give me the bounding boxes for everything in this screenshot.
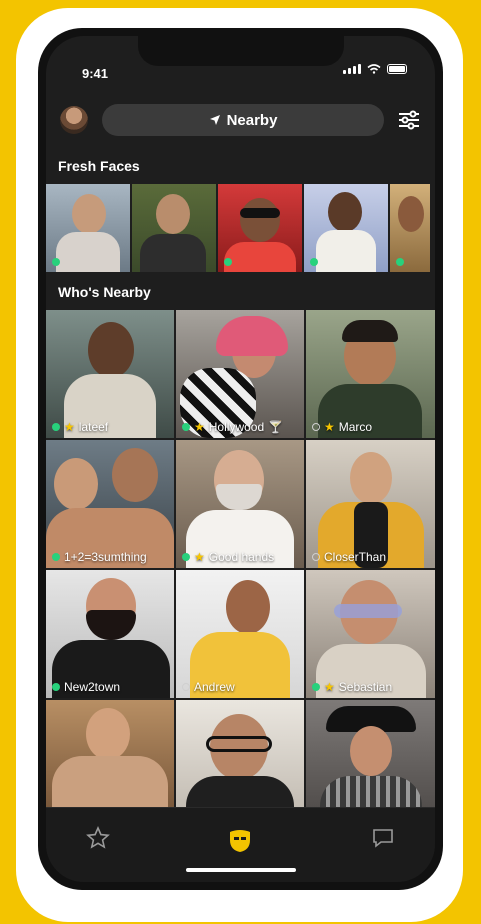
- profile-photo-body: [56, 232, 120, 272]
- fresh-faces-title: Fresh Faces: [58, 158, 140, 174]
- online-indicator: [52, 683, 60, 691]
- profile-name: Marco: [338, 420, 373, 434]
- tinted-glasses: [334, 604, 402, 618]
- profile-tile[interactable]: CloserThan: [306, 440, 435, 568]
- bottom-navigation: [46, 807, 435, 882]
- profile-photo: [328, 192, 362, 232]
- profile-name: Good hands: [208, 550, 275, 564]
- fresh-face-tile[interactable]: [304, 184, 388, 272]
- profile-tile[interactable]: ★ Good hands: [176, 440, 304, 568]
- online-indicator: [182, 423, 190, 431]
- offline-indicator: [312, 423, 320, 431]
- fresh-face-tile[interactable]: [46, 184, 130, 272]
- profile-tile[interactable]: Andrew: [176, 570, 304, 698]
- profile-label: ★ lateef: [52, 420, 108, 434]
- phone-body: 9:41 Nearby Fresh Faces Who's Nearby ★ l…: [38, 28, 443, 890]
- wifi-icon: [367, 64, 381, 74]
- favorite-star-icon: ★: [194, 420, 205, 434]
- profile-photo-body: [224, 242, 296, 272]
- profile-tile[interactable]: ★ Marco: [306, 310, 435, 438]
- profile-name: lateef: [78, 420, 109, 434]
- signal-icon: [343, 64, 361, 74]
- profile-label: CloserThan: [312, 550, 386, 564]
- profile-photo-body: [316, 230, 376, 272]
- profile-label: ★ Hollywood 🍸: [182, 420, 283, 434]
- fresh-faces-row: [46, 184, 435, 272]
- profile-name: New2town: [64, 680, 121, 694]
- profile-photo: [88, 322, 134, 378]
- offline-indicator: [312, 553, 320, 561]
- profile-photo: [156, 194, 190, 234]
- app-screen: 9:41 Nearby Fresh Faces Who's Nearby ★ l…: [46, 36, 435, 882]
- favorite-star-icon: ★: [64, 420, 75, 434]
- hair: [342, 320, 398, 342]
- profile-label: ★ Marco: [312, 420, 372, 434]
- favorite-star-icon: ★: [324, 680, 335, 694]
- profile-name: Sebastian: [338, 680, 393, 694]
- profile-photo: [86, 708, 130, 760]
- profile-photo: [112, 448, 158, 502]
- online-indicator: [52, 258, 60, 266]
- profile-photo: [350, 726, 392, 776]
- fresh-face-tile[interactable]: [132, 184, 216, 272]
- profile-name: CloserThan: [324, 550, 387, 564]
- profile-photo: [350, 452, 392, 504]
- online-indicator: [312, 683, 320, 691]
- profile-label: New2town: [52, 680, 120, 694]
- profile-photo: [226, 580, 270, 634]
- online-indicator: [396, 258, 404, 266]
- profile-photo-body: [140, 234, 206, 272]
- pink-hair: [216, 316, 288, 356]
- profile-name: Andrew: [194, 680, 235, 694]
- profile-label: Andrew: [182, 680, 235, 694]
- grindr-mask-logo-icon[interactable]: [226, 826, 254, 854]
- status-time: 9:41: [82, 66, 109, 81]
- profile-tile[interactable]: New2town: [46, 570, 174, 698]
- chat-icon[interactable]: [371, 826, 395, 850]
- nearby-grid: ★ lateef ★ Hollywood 🍸 ★ Marco 1+2=3sumt…: [46, 310, 435, 828]
- online-indicator: [52, 423, 60, 431]
- profile-photo: [72, 194, 106, 234]
- online-indicator: [224, 258, 232, 266]
- beard: [216, 484, 262, 510]
- profile-label: 1+2=3sumthing: [52, 550, 147, 564]
- location-label: Nearby: [226, 111, 278, 129]
- status-icons: [343, 64, 407, 74]
- profile-tile[interactable]: ★ lateef: [46, 310, 174, 438]
- profile-tile[interactable]: ★ Hollywood 🍸: [176, 310, 304, 438]
- profile-name: 1+2=3sumthing: [64, 550, 147, 564]
- whos-nearby-title: Who's Nearby: [58, 284, 151, 300]
- phone-notch: [138, 36, 344, 66]
- profile-name: Hollywood: [208, 420, 265, 434]
- home-indicator: [186, 868, 296, 872]
- location-selector[interactable]: Nearby: [102, 104, 384, 136]
- fresh-face-tile[interactable]: [390, 184, 430, 272]
- favorites-star-icon[interactable]: [86, 826, 110, 850]
- beard: [86, 610, 136, 640]
- online-indicator: [310, 258, 318, 266]
- battery-icon: [387, 64, 407, 74]
- offline-indicator: [182, 683, 190, 691]
- profile-photo: [240, 198, 280, 242]
- profile-photo: [398, 196, 424, 232]
- online-indicator: [52, 553, 60, 561]
- fresh-face-tile[interactable]: [218, 184, 302, 272]
- favorite-star-icon: ★: [194, 550, 205, 564]
- profile-tile[interactable]: ★ Sebastian: [306, 570, 435, 698]
- profile-photo: [54, 458, 98, 510]
- top-bar: Nearby: [46, 98, 435, 148]
- favorite-star-icon: ★: [324, 420, 335, 434]
- online-indicator: [182, 553, 190, 561]
- eyeglasses: [206, 736, 272, 752]
- profile-avatar[interactable]: [60, 106, 88, 134]
- profile-tile[interactable]: 1+2=3sumthing: [46, 440, 174, 568]
- sunglasses: [240, 208, 280, 218]
- filter-icon[interactable]: [397, 108, 421, 132]
- profile-label: ★ Good hands: [182, 550, 274, 564]
- profile-label: ★ Sebastian: [312, 680, 392, 694]
- location-arrow-icon: [209, 115, 220, 125]
- cocktail-icon: 🍸: [268, 420, 284, 434]
